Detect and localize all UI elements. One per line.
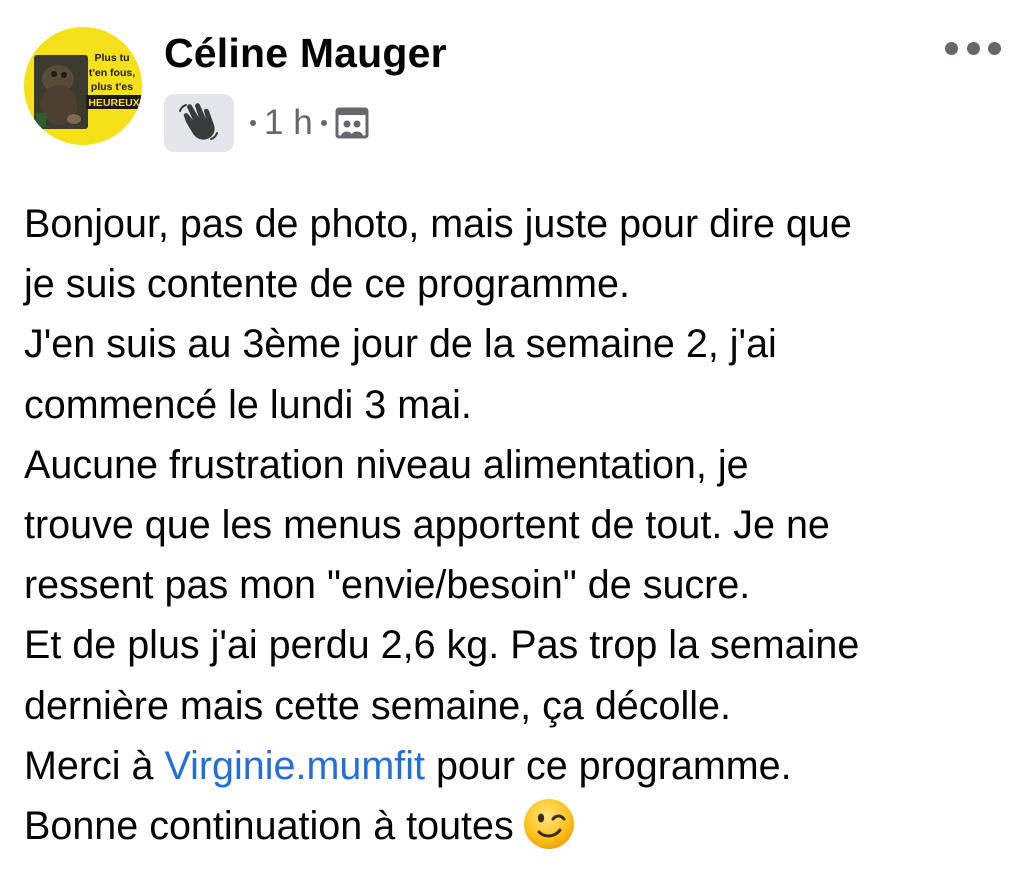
mention-link[interactable]: Virginie.mumfit <box>164 744 425 788</box>
mention-suffix: pour ce programme. <box>424 743 792 788</box>
post-text-line-last: Bonne continuation à toutes <box>24 796 1014 856</box>
avatar-text-2: t'en fous, <box>89 67 135 79</box>
waving-hand-icon <box>179 103 218 140</box>
post-meta: 1 h <box>164 94 369 152</box>
post-text-line: commencé le lundi 3 mai. <box>24 382 472 427</box>
post-timestamp[interactable]: 1 h <box>264 103 313 143</box>
avatar-image: Plus tu t'en fous, plus t'es HEUREUX <box>24 27 142 145</box>
post-text-line: trouve que les menus apportent de tout. … <box>24 502 830 547</box>
post-text: Bonjour, pas de photo, mais juste pour d… <box>24 194 1014 856</box>
post-text-line: je suis contente de ce programme. <box>24 262 630 307</box>
closing-text: Bonne continuation à toutes <box>24 803 514 848</box>
post-text-line: J'en suis au 3ème jour de la semaine 2, … <box>24 322 777 367</box>
author-avatar[interactable]: Plus tu t'en fous, plus t'es HEUREUX <box>24 27 142 145</box>
post-text-line: ressent pas mon "envie/besoin" de sucre. <box>24 563 751 608</box>
waving-hand-badge[interactable] <box>164 94 234 152</box>
avatar-text-1: Plus tu <box>94 52 129 64</box>
more-dot <box>966 41 980 55</box>
more-options-button[interactable] <box>945 30 1001 66</box>
post-text-line: Aucune frustration niveau alimentation, … <box>24 442 749 487</box>
separator-dot <box>320 120 327 126</box>
post-text-line: Bonjour, pas de photo, mais juste pour d… <box>24 202 852 246</box>
post-text-line-mention: Merci à Virginie.mumfit pour ce programm… <box>24 736 1014 796</box>
mention-prefix: Merci à <box>24 743 165 788</box>
more-dot <box>945 41 958 55</box>
post-text-line: dernière mais cette semaine, ça décolle. <box>24 683 731 728</box>
meta-details: 1 h <box>242 103 369 143</box>
more-dot <box>988 41 1001 55</box>
post-card: Plus tu t'en fous, plus t'es HEUREUX Cél… <box>0 0 1024 884</box>
photo-album-icon[interactable] <box>335 107 369 139</box>
avatar-text-3: plus t'es <box>91 81 133 93</box>
post-text-line: Et de plus j'ai perdu 2,6 kg. Pas trop l… <box>24 623 860 668</box>
winking-face-emoji-icon <box>522 797 576 851</box>
author-name-link[interactable]: Céline Mauger <box>164 30 447 77</box>
avatar-text-4: HEUREUX <box>88 97 139 109</box>
separator-dot <box>250 120 256 126</box>
